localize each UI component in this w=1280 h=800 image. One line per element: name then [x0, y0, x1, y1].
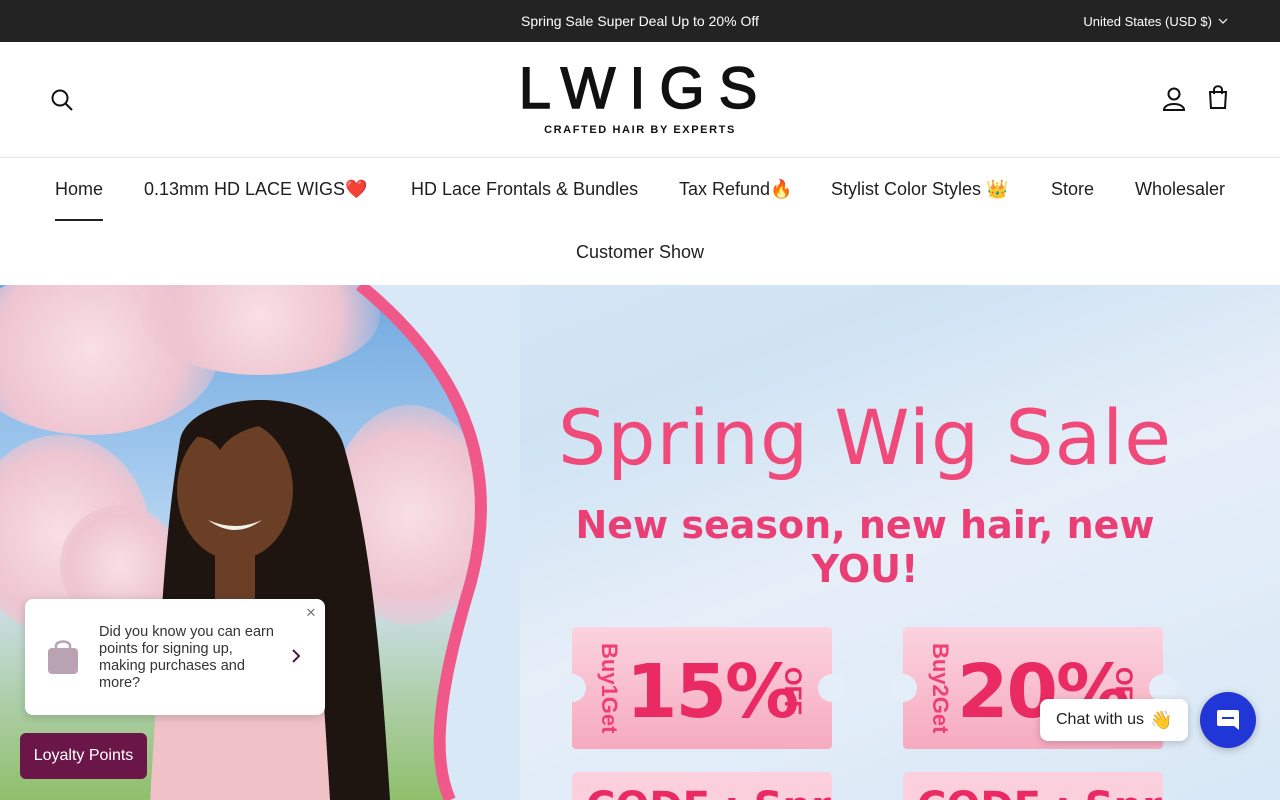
- coupon-off-label: OFF: [779, 667, 806, 715]
- nav-item-home[interactable]: Home: [55, 179, 104, 221]
- coupon-notch: [889, 674, 917, 702]
- main-nav: Home 0.13mm HD LACE WIGS❤️ HD Lace Front…: [0, 158, 1280, 284]
- shopping-bag-icon: [48, 640, 78, 674]
- site-header: LWIGS CRAFTED HAIR BY EXPERTS: [0, 42, 1280, 158]
- waving-hand-icon: 👋: [1150, 709, 1173, 730]
- loyalty-popup[interactable]: Did you know you can earn points for sig…: [25, 599, 325, 715]
- coupon-side-label: Buy1Get: [597, 642, 622, 734]
- coupon-side-label: Buy2Get: [928, 642, 953, 734]
- chevron-right-icon[interactable]: [287, 647, 305, 665]
- coupon-notch: [558, 674, 586, 702]
- chat-prompt-bubble[interactable]: Chat with us 👋: [1040, 699, 1188, 741]
- account-button[interactable]: [1162, 86, 1186, 112]
- search-button[interactable]: [50, 88, 74, 112]
- coupon-notch: [1149, 674, 1177, 702]
- coupon-code: CODE : Spring15: [572, 772, 832, 800]
- nav-item-frontals-bundles[interactable]: HD Lace Frontals & Bundles: [411, 179, 638, 200]
- chat-prompt-label: Chat with us: [1056, 711, 1145, 728]
- search-icon: [51, 89, 73, 111]
- close-icon[interactable]: ✕: [303, 605, 319, 621]
- nav-item-wholesaler[interactable]: Wholesaler: [1135, 179, 1225, 200]
- hero-title: Spring Wig Sale: [557, 393, 1173, 482]
- logo-tagline: CRAFTED HAIR BY EXPERTS: [544, 124, 736, 136]
- cart-icon: [1208, 85, 1228, 109]
- loyalty-popup-text: Did you know you can earn points for sig…: [99, 624, 274, 691]
- hero-subtitle: New season, new hair, new YOU!: [575, 503, 1155, 591]
- currency-selector[interactable]: United States (USD $): [1083, 0, 1228, 42]
- announcement-bar: Spring Sale Super Deal Up to 20% Off Uni…: [0, 0, 1280, 42]
- coupon-card[interactable]: Buy1Get 15% OFF: [558, 627, 846, 749]
- chat-icon: [1217, 710, 1239, 730]
- coupon-percent: 15%: [626, 649, 799, 735]
- chevron-down-icon: [1218, 18, 1228, 24]
- nav-item-tax-refund[interactable]: Tax Refund🔥: [679, 179, 792, 200]
- nav-item-stylist-color[interactable]: Stylist Color Styles 👑: [831, 179, 1008, 200]
- logo-wordmark: LWIGS: [518, 56, 772, 121]
- coupon-notch: [818, 674, 846, 702]
- nav-item-hd-lace-wigs[interactable]: 0.13mm HD LACE WIGS❤️: [144, 179, 367, 200]
- currency-label: United States (USD $): [1083, 13, 1212, 29]
- nav-item-customer-show[interactable]: Customer Show: [576, 242, 704, 263]
- account-icon: [1162, 87, 1186, 111]
- chat-launcher-button[interactable]: [1200, 692, 1256, 748]
- loyalty-points-button[interactable]: Loyalty Points: [20, 733, 147, 779]
- announcement-text: Spring Sale Super Deal Up to 20% Off: [521, 13, 759, 29]
- cart-button[interactable]: [1206, 84, 1230, 110]
- coupon-code: CODE : Spring20: [903, 772, 1163, 800]
- nav-item-store[interactable]: Store: [1051, 179, 1094, 200]
- site-logo[interactable]: LWIGS CRAFTED HAIR BY EXPERTS: [490, 56, 790, 140]
